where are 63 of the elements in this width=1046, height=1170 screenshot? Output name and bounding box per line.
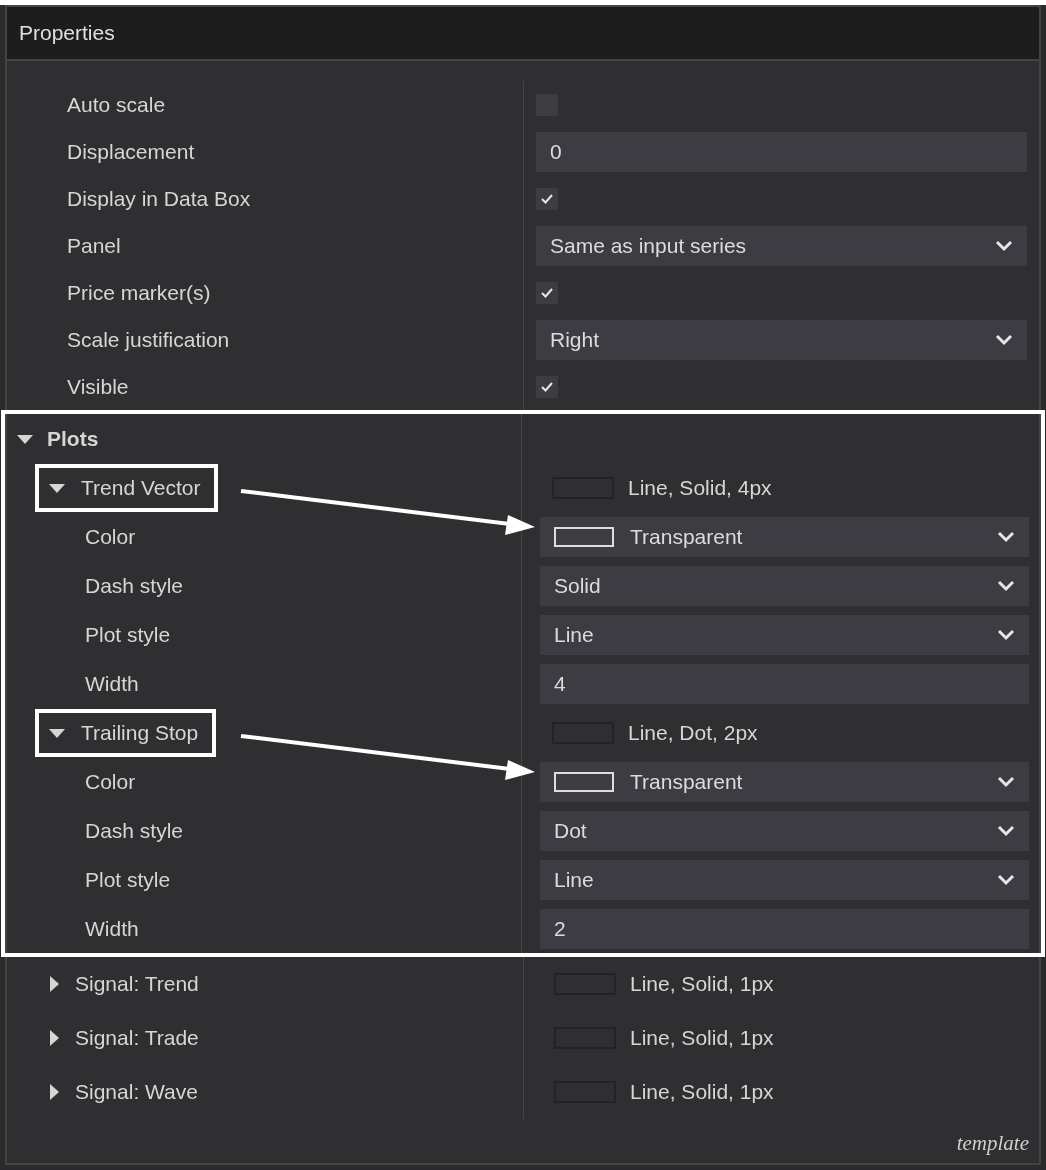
chevron-down-icon — [995, 333, 1013, 346]
property-label: Dash style — [85, 818, 184, 843]
color-dropdown[interactable]: Transparent — [540, 761, 1029, 802]
dropdown[interactable]: Solid — [540, 565, 1029, 606]
chevron-down-icon — [997, 873, 1015, 886]
chevron-down-icon — [997, 628, 1015, 641]
number-field[interactable]: 2 — [540, 908, 1029, 949]
plot-label[interactable]: Signal: Trend — [75, 972, 199, 996]
chevron-down-icon — [997, 579, 1015, 592]
collapsed-caret-icon[interactable] — [49, 976, 59, 992]
plot-label[interactable]: Trailing Stop — [81, 720, 199, 745]
property-label: Displacement — [67, 139, 195, 164]
check-icon — [541, 193, 553, 204]
number-field[interactable]: 0 — [536, 131, 1027, 172]
dropdown[interactable]: Right — [536, 319, 1027, 360]
plot-summary: Line, Solid, 1px — [630, 1026, 774, 1050]
section-label[interactable]: Plots — [47, 426, 99, 451]
color-swatch — [554, 526, 614, 547]
property-label: Plot style — [85, 622, 171, 647]
expanded-caret-icon[interactable] — [49, 482, 65, 493]
collapsed-caret-icon[interactable] — [49, 1030, 59, 1046]
check-icon — [541, 381, 553, 392]
checkbox[interactable] — [536, 375, 558, 398]
plot-summary: Line, Solid, 1px — [630, 972, 774, 996]
collapsed-caret-icon[interactable] — [49, 1084, 59, 1100]
property-label: Price marker(s) — [67, 280, 211, 305]
color-swatch — [554, 771, 614, 792]
property-label: Color — [85, 524, 136, 549]
plot-summary: Line, Solid, 4px — [628, 475, 772, 500]
dropdown[interactable]: Line — [540, 859, 1029, 900]
checkbox[interactable] — [536, 281, 558, 304]
chevron-down-icon — [997, 824, 1015, 837]
property-label: Auto scale — [67, 92, 166, 117]
property-label: Panel — [67, 233, 121, 258]
panel-title: Properties — [7, 7, 1039, 61]
property-label: Width — [85, 671, 139, 696]
property-label: Plot style — [85, 867, 171, 892]
checkbox[interactable] — [536, 187, 558, 210]
check-icon — [541, 287, 553, 298]
callout-box[interactable]: Trailing Stop — [35, 708, 217, 757]
dropdown[interactable]: Same as input series — [536, 225, 1027, 266]
plot-label[interactable]: Signal: Wave — [75, 1080, 198, 1104]
property-label: Dash style — [85, 573, 184, 598]
plot-label[interactable]: Signal: Trade — [75, 1026, 199, 1050]
dropdown[interactable]: Dot — [540, 810, 1029, 851]
property-label: Display in Data Box — [67, 186, 251, 211]
chevron-down-icon — [997, 775, 1015, 788]
property-label: Color — [85, 769, 136, 794]
plot-label[interactable]: Trend Vector — [81, 475, 201, 500]
color-dropdown[interactable]: Transparent — [540, 516, 1029, 557]
chevron-down-icon — [995, 239, 1013, 252]
property-label: Visible — [67, 374, 129, 399]
expanded-caret-icon[interactable] — [49, 727, 65, 738]
plot-summary: Line, Solid, 1px — [630, 1080, 774, 1104]
chevron-down-icon — [997, 530, 1015, 543]
property-label: Width — [85, 916, 139, 941]
template-link[interactable]: template — [956, 1131, 1029, 1156]
dropdown[interactable]: Line — [540, 614, 1029, 655]
property-label: Scale justification — [67, 327, 230, 352]
expanded-caret-icon[interactable] — [17, 433, 33, 444]
plot-summary: Line, Dot, 2px — [628, 720, 758, 745]
number-field[interactable]: 4 — [540, 663, 1029, 704]
callout-box[interactable]: Trend Vector — [35, 463, 219, 512]
